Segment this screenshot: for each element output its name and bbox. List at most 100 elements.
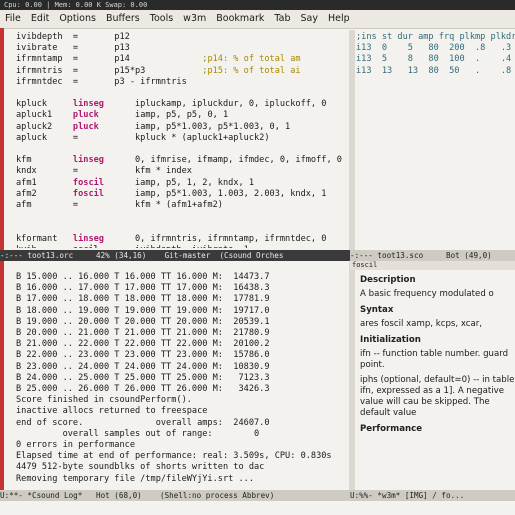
window-left-edge xyxy=(0,28,4,515)
code-text: apluck = kpluck * (apluck1+apluck2) xyxy=(16,132,270,143)
modeline-sco: -:--- toot13.sco Bot (49,0) xyxy=(350,250,515,261)
score-editor-pane[interactable]: ;ins st dur amp frq plkmp plkdr i13 0 5 8… xyxy=(356,32,515,248)
code-line: i13 13 13 80 50 . .8 xyxy=(356,66,515,77)
log-line: B 24.000 .. 25.000 T 25.000 TT 25.000 M:… xyxy=(16,372,270,383)
menu-item-edit[interactable]: Edit xyxy=(26,10,54,28)
code-text: kndx = kfm * index xyxy=(16,166,192,177)
code-text: iamp, p5*1.003, 1.003, 2.003, kndx, 1 xyxy=(103,188,327,199)
opcode-keyword: oscil xyxy=(73,245,99,248)
code-text: 0, ifrmntris, ifrmntamp, ifrmntdec, 0 xyxy=(103,233,327,244)
code-line: ifrmntamp = p14 ;p14: % of total am xyxy=(16,54,348,65)
code-text: i13 5 8 80 100 . .4 xyxy=(356,54,512,65)
log-line: 4479 512-byte soundblks of shorts writte… xyxy=(16,462,265,473)
code-text: kformant xyxy=(16,233,73,244)
code-text: ivibdepth, ivibrate, 1 xyxy=(99,245,249,248)
code-line: afm1 foscil iamp, p5, 1, 2, kndx, 1 xyxy=(16,178,348,189)
doc-syntax-heading: Syntax xyxy=(360,305,394,315)
echo-area[interactable] xyxy=(0,501,515,515)
code-text: ;ins st dur amp frq plkmp plkdr xyxy=(356,32,515,42)
doc-performance-heading: Performance xyxy=(360,424,423,434)
opcode-keyword: pluck xyxy=(72,110,99,121)
menu-item-tools[interactable]: Tools xyxy=(145,10,178,28)
doc-syntax-text: ares foscil xamp, kcps, xcar, xyxy=(360,319,483,329)
log-line: B 23.000 .. 24.000 T 24.000 TT 24.000 M:… xyxy=(16,361,270,372)
menu-item-buffers[interactable]: Buffers xyxy=(101,10,145,28)
menu-item-w3m[interactable]: w3m xyxy=(178,10,211,28)
menu-item-say[interactable]: Say xyxy=(295,10,322,28)
doc-tab-label[interactable]: foscil xyxy=(352,261,377,269)
opcode-keyword: linseg xyxy=(72,99,104,110)
code-text: iamp, p5*1.003, p5*1.003, 0, 1 xyxy=(98,121,291,132)
modeline-log: U:**- *Csound Log* Hot (68,0) (Shell:no … xyxy=(0,490,350,501)
documentation-pane[interactable]: Description A basic frequency modulated … xyxy=(360,270,515,488)
doc-tab-bar[interactable]: foscil xyxy=(350,261,515,270)
doc-description-text: A basic frequency modulated o xyxy=(360,289,494,299)
code-text: apluck2 xyxy=(16,121,73,132)
opcode-keyword: foscil xyxy=(72,177,104,188)
log-line: B 18.000 .. 19.000 T 19.000 TT 19.000 M:… xyxy=(16,305,270,316)
doc-description-heading: Description xyxy=(360,275,416,285)
log-line: Removing temporary file /tmp/fileWYjYi.s… xyxy=(16,473,254,484)
code-line: ivibdepth = p12 xyxy=(16,32,348,43)
log-line: B 16.000 .. 17.000 T 17.000 TT 17.000 M:… xyxy=(16,283,270,294)
code-line: i13 5 8 80 100 . .4 xyxy=(356,54,515,65)
menu-item-tab[interactable]: Tab xyxy=(269,10,295,28)
log-line: B 22.000 .. 23.000 T 23.000 TT 23.000 M:… xyxy=(16,350,270,361)
modeline-doc: U:%%- *w3m* [IMG] / fo... xyxy=(350,490,515,501)
code-line: kformant linseg 0, ifrmntris, ifrmntamp,… xyxy=(16,234,348,245)
doc-init-text-1: ifn -- function table number. guard poin… xyxy=(360,349,509,370)
code-text: iamp, p5, 1, 2, kndx, 1 xyxy=(103,177,255,188)
code-line: apluck = kpluck * (apluck1+apluck2) xyxy=(16,133,348,144)
log-line: B 15.000 .. 16.000 T 16.000 TT 16.000 M:… xyxy=(16,272,270,282)
doc-init-heading: Initialization xyxy=(360,335,421,345)
code-text: 0, ifmrise, ifmamp, ifmdec, 0, ifmoff, 0 xyxy=(103,155,342,166)
code-text: ivibdepth = p12 xyxy=(16,32,130,42)
opcode-keyword: linseg xyxy=(72,155,104,166)
modeline-orc: -:--- toot13.orc 42% (34,16) Git-master … xyxy=(0,250,350,261)
menu-item-file[interactable]: File xyxy=(0,10,26,28)
code-text: kpluck xyxy=(16,99,73,110)
code-text: ifrmntamp = p14 xyxy=(16,54,203,65)
code-text: ivibrate = p13 xyxy=(16,43,130,54)
menu-item-help[interactable]: Help xyxy=(323,10,355,28)
vertical-divider-top[interactable] xyxy=(349,30,355,250)
code-line: afm = kfm * (afm1+afm2) xyxy=(16,200,348,211)
code-line: ;ins st dur amp frq plkmp plkdr xyxy=(356,32,515,43)
log-line: Score finished in csoundPerform(). xyxy=(16,395,192,406)
menu-bar: File Edit Options Buffers Tools w3m Bookmark Ta… xyxy=(0,10,515,29)
log-line: inactive allocs returned to freespace xyxy=(16,406,208,417)
menu-item-bookmark[interactable]: Bookmark xyxy=(211,10,269,28)
code-text: iamp, p5, p5, 0, 1 xyxy=(98,110,229,121)
log-line: B 21.000 .. 22.000 T 22.000 TT 22.000 M:… xyxy=(16,339,270,350)
log-line: 0 errors in performance xyxy=(16,440,135,451)
code-line: kfm linseg 0, ifmrise, ifmamp, ifmdec, 0… xyxy=(16,155,348,166)
doc-init-text-2: iphs (optional, default=0) -- in table i… xyxy=(360,375,515,418)
code-line: ifrmntdec = p3 - ifrmntris xyxy=(16,77,348,88)
log-line: B 17.000 .. 18.000 T 18.000 TT 18.000 M:… xyxy=(16,294,270,305)
system-status-strip: Cpu: 0.00 | Mem: 0.00 K Swap: 0.00 xyxy=(0,0,515,10)
code-line: kndx = kfm * index xyxy=(16,166,348,177)
vertical-divider-bottom[interactable] xyxy=(349,262,355,490)
code-line: kpluck linseg ipluckamp, ipluckdur, 0, i… xyxy=(16,99,348,110)
code-comment: ;p15: % of total ai xyxy=(202,65,301,76)
opcode-keyword: pluck xyxy=(72,121,99,132)
opcode-keyword: foscil xyxy=(72,188,104,199)
code-text: ifrmntris = p15*p3 xyxy=(16,65,203,76)
menu-item-options[interactable]: Options xyxy=(54,10,101,28)
code-text: kfm xyxy=(16,155,73,166)
code-comment: ;p14: % of total am xyxy=(202,54,301,65)
log-line: B 19.000 .. 20.000 T 20.000 TT 20.000 M:… xyxy=(16,316,270,327)
orchestra-editor-pane[interactable]: ivibdepth = p12 ivibrate = p13 ifrmntamp =… xyxy=(16,32,348,248)
code-text: ifrmntdec = p3 - ifrmntris xyxy=(16,76,187,87)
code-line: kvib oscil ivibdepth, ivibrate, 1 xyxy=(16,245,348,248)
csound-log-pane[interactable]: B 15.000 .. 16.000 T 16.000 TT 16.000 M:… xyxy=(16,272,348,488)
code-text: ipluckamp, ipluckdur, 0, ipluckoff, 0 xyxy=(103,99,327,110)
code-line: apluck2 pluck iamp, p5*1.003, p5*1.003, … xyxy=(16,122,348,133)
code-text: i13 13 13 80 50 . .8 xyxy=(356,65,512,76)
log-line: Elapsed time at end of performance: real… xyxy=(16,451,332,462)
code-line: ivibrate = p13 xyxy=(16,43,348,54)
code-text: afm2 xyxy=(16,188,73,199)
